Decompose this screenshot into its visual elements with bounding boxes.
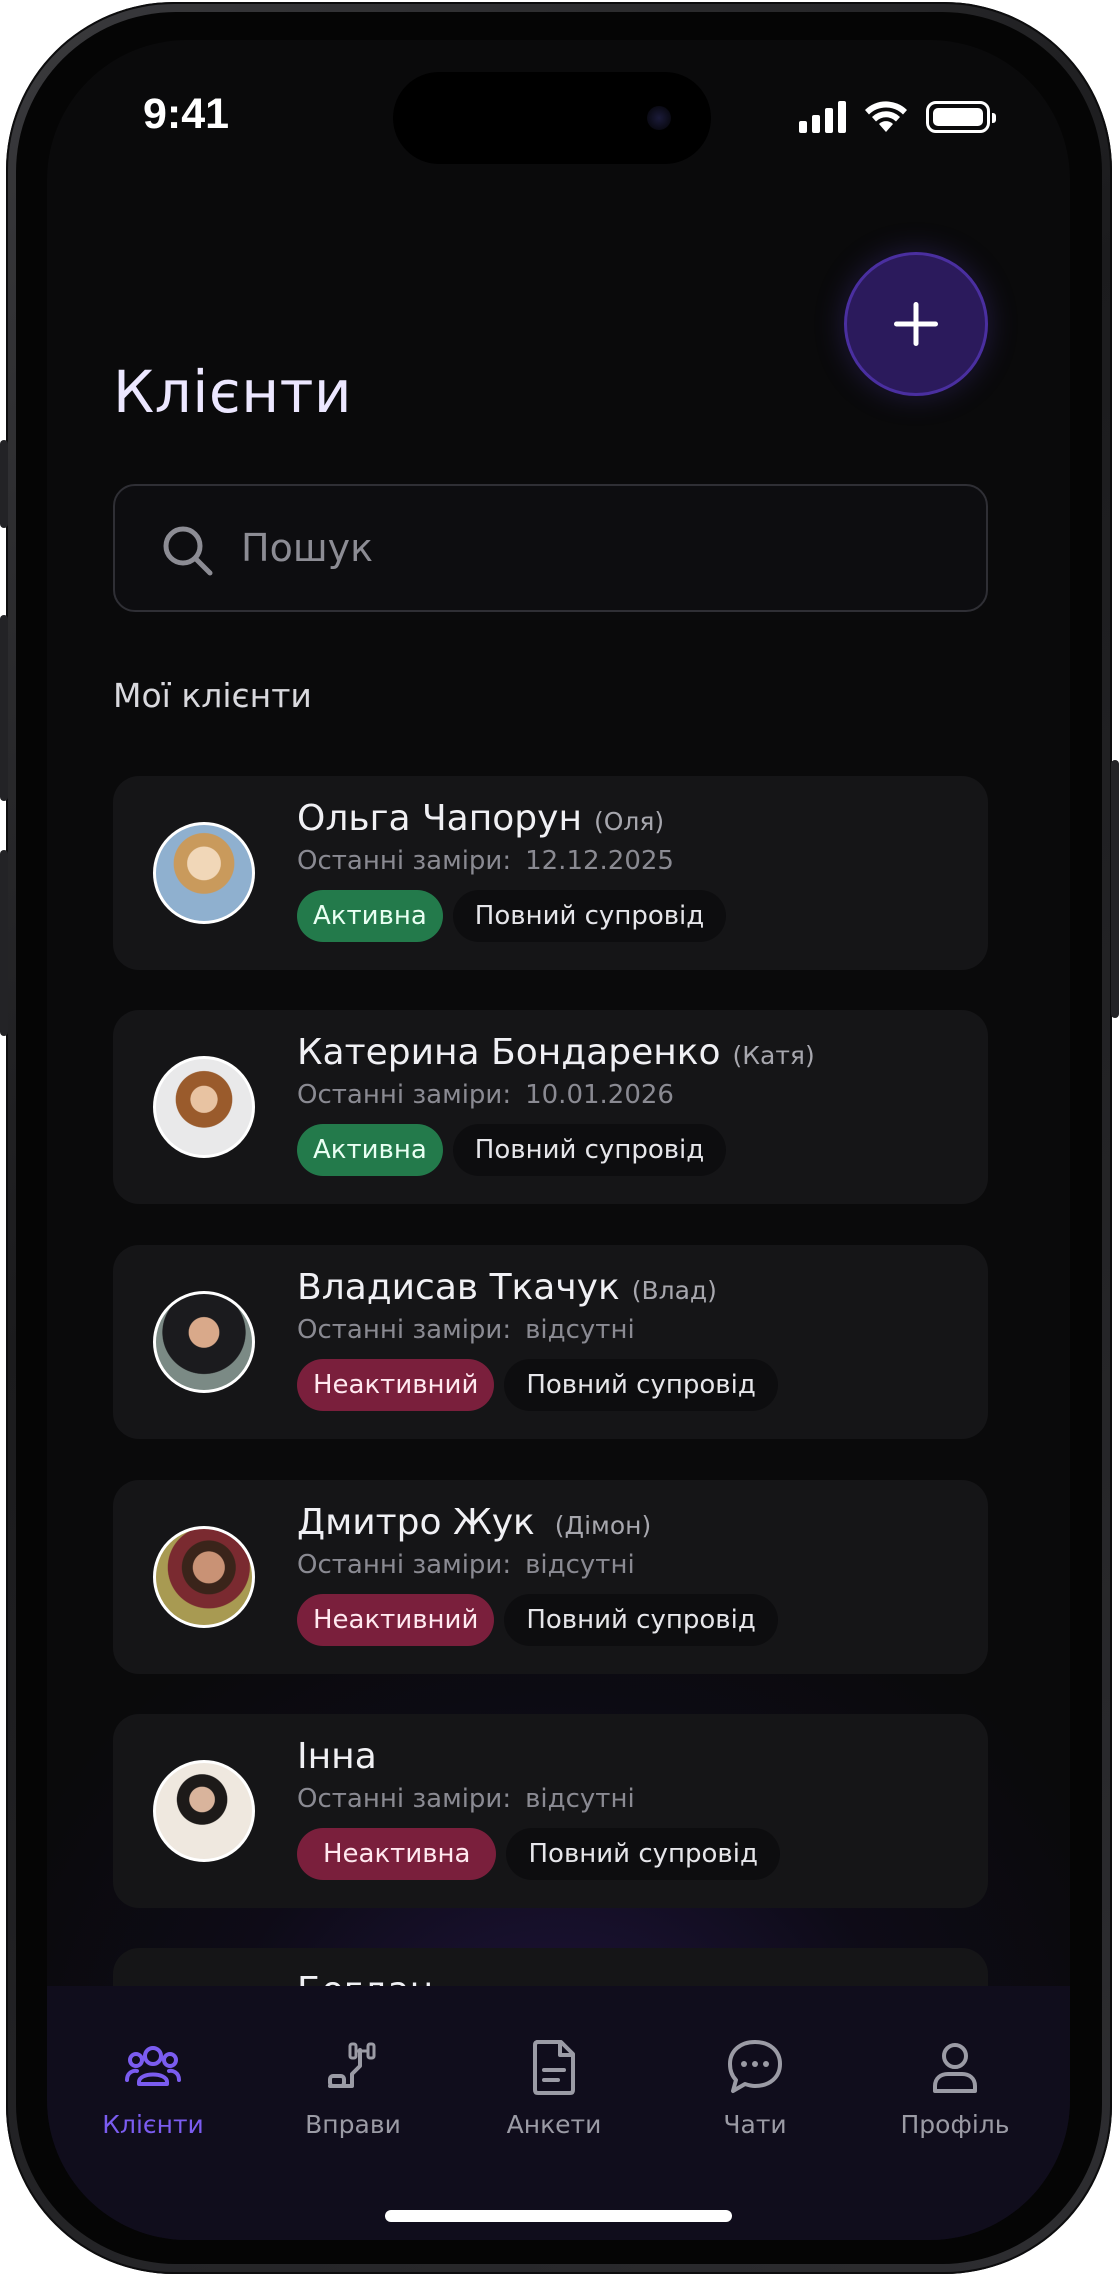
status-icons [799,100,996,134]
measurements-value: відсутні [525,1315,635,1345]
last-measurements: Останні заміри: відсутні [297,1550,635,1580]
search-input[interactable]: Пошук [113,484,988,612]
tab-label: Профіль [900,2110,1010,2139]
tab-chats[interactable]: Чати [665,2036,845,2139]
questionnaire-icon [533,2040,575,2095]
last-measurements: Останні заміри: відсутні [297,1315,635,1345]
client-name: Інна [297,1736,377,1777]
section-title: Мої клієнти [113,676,312,715]
client-name-row: Катерина Бондаренко (Катя) [297,1032,815,1073]
measurements-value: 12.12.2025 [525,846,674,876]
client-name: Владисав Ткачук [297,1267,620,1308]
client-name-row: Ольга Чапорун (Оля) [297,798,664,839]
volume-up-button [0,615,8,801]
camera-icon [647,106,671,130]
clients-icon [125,2046,181,2086]
client-nickname: (Дімон) [554,1511,652,1540]
client-name-row: Дмитро Жук (Дімон) [297,1502,651,1543]
client-nickname: (Оля) [593,807,665,836]
status-badge: Неактивний [297,1594,495,1646]
measurements-value: відсутні [525,1550,635,1580]
plan-badge: Повний супровід [504,1359,778,1411]
client-card[interactable]: Катерина Бондаренко (Катя) Останні замір… [113,1010,988,1204]
client-card[interactable]: Дмитро Жук (Дімон) Останні заміри: відсут… [113,1480,988,1674]
status-badge: Активна [297,890,443,942]
action-button [0,440,8,528]
measurements-label: Останні заміри: [297,846,512,876]
plan-badge: Повний супровід [504,1594,778,1646]
client-nickname: (Катя) [732,1041,815,1070]
client-badges: Активна Повний супровід [297,1124,727,1176]
avatar [153,1760,255,1862]
power-button [1111,760,1119,1018]
tab-questionnaires[interactable]: Анкети [464,2036,644,2139]
plan-badge: Повний супровід [506,1828,780,1880]
client-badges: Неактивний Повний супровід [297,1594,778,1646]
add-client-button[interactable] [844,252,988,396]
status-badge: Активна [297,1124,443,1176]
tab-exercises[interactable]: Вправи [263,2036,443,2139]
avatar [153,1056,255,1158]
avatar [153,1291,255,1393]
tab-clients[interactable]: Клієнти [63,2036,243,2139]
measurements-label: Останні заміри: [297,1080,512,1110]
plan-badge: Повний супровід [452,1124,727,1176]
dynamic-island [393,72,711,164]
app-screen: 9:41 Клієнти Пошук Мої клієнти Ольга Чап… [47,40,1070,2240]
tab-label: Вправи [305,2110,401,2139]
exercises-icon [328,2042,376,2088]
status-badge: Неактивний [297,1359,495,1411]
tab-label: Клієнти [102,2110,204,2139]
client-name: Дмитро Жук [297,1502,535,1543]
client-card[interactable]: Ольга Чапорун (Оля) Останні заміри: 12.12… [113,776,988,970]
measurements-label: Останні заміри: [297,1550,512,1580]
measurements-label: Останні заміри: [297,1784,512,1814]
client-nickname: (Влад) [631,1276,717,1305]
avatar [153,822,255,924]
last-measurements: Останні заміри: 10.01.2026 [297,1080,674,1110]
status-time: 9:41 [143,90,230,138]
wifi-icon [865,101,907,132]
measurements-label: Останні заміри: [297,1315,512,1345]
cellular-signal-icon [799,101,846,133]
client-card[interactable]: Інна Останні заміри: відсутні Неактивна П… [113,1714,988,1908]
tab-label: Анкети [506,2110,602,2139]
client-badges: Активна Повний супровід [297,890,727,942]
client-card[interactable]: Владисав Ткачук (Влад) Останні заміри: ві… [113,1245,988,1439]
home-indicator[interactable] [385,2210,732,2222]
volume-down-button [0,850,8,1036]
tab-profile[interactable]: Профіль [865,2036,1045,2139]
tab-bar: Клієнти Вправи Анкети Чати Профіль [47,1986,1070,2240]
measurements-value: відсутні [525,1784,635,1814]
client-name: Катерина Бондаренко [297,1032,721,1073]
measurements-value: 10.01.2026 [525,1080,674,1110]
search-placeholder: Пошук [241,526,374,570]
client-name-row: Інна [297,1736,377,1777]
last-measurements: Останні заміри: відсутні [297,1784,635,1814]
client-name: Ольга Чапорун [297,798,582,839]
last-measurements: Останні заміри: 12.12.2025 [297,846,674,876]
client-name-row: Владисав Ткачук (Влад) [297,1267,717,1308]
battery-icon [926,101,996,133]
client-badges: Неактивний Повний супровід [297,1359,778,1411]
client-badges: Неактивна Повний супровід [297,1828,780,1880]
chat-icon [728,2040,782,2093]
tab-label: Чати [723,2110,787,2139]
plan-badge: Повний супровід [452,890,727,942]
status-badge: Неактивна [297,1828,497,1880]
profile-icon [933,2043,977,2093]
avatar [153,1526,255,1628]
search-icon [163,526,213,576]
page-title: Клієнти [113,358,353,426]
